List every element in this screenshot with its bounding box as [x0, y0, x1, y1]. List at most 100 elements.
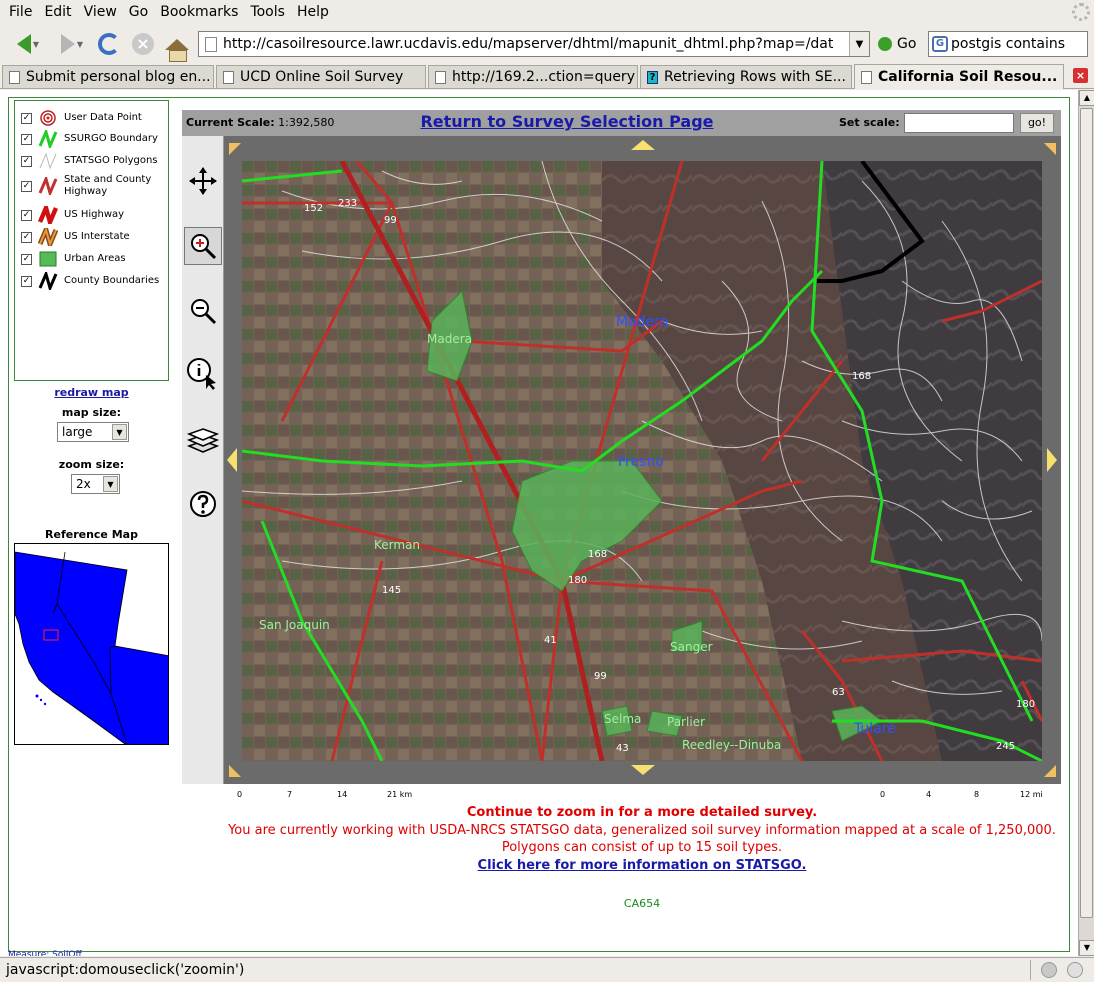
checkbox[interactable]: ✓ — [21, 112, 32, 124]
soil-map-graphic: Madera Madera Fresno Kerman San Joaquin … — [242, 161, 1042, 761]
tab-query[interactable]: http://169.2...ction=query — [428, 65, 638, 88]
black-line-icon — [38, 272, 58, 290]
zoom-out-tool[interactable] — [184, 292, 222, 330]
set-scale-input[interactable] — [904, 113, 1014, 133]
legend-item-us-highway: ✓ US Highway — [21, 206, 166, 224]
tab-retrieving-rows[interactable]: ? Retrieving Rows with SE... — [640, 65, 852, 88]
home-icon — [165, 38, 189, 62]
zoom-size-select[interactable]: 2x ▼ — [71, 474, 120, 494]
menu-view[interactable]: View — [79, 2, 122, 22]
pan-northwest-arrow-icon[interactable] — [229, 143, 241, 155]
tab-california-soil[interactable]: California Soil Resou... — [854, 64, 1064, 89]
scalebar-km: 0 7 14 21 km — [237, 790, 417, 804]
vertical-scrollbar[interactable]: ▲ ▼ — [1078, 90, 1094, 956]
scrollbar-thumb[interactable] — [1080, 108, 1093, 918]
page-icon — [9, 70, 20, 84]
menu-edit[interactable]: Edit — [39, 2, 76, 22]
route-shield: 168 — [588, 549, 607, 560]
checkbox[interactable]: ✓ — [21, 253, 32, 265]
info-tool[interactable] — [184, 355, 222, 393]
go-icon — [878, 37, 892, 51]
menu-go[interactable]: Go — [124, 2, 153, 22]
help-tool[interactable] — [184, 485, 222, 523]
map-label-kerman: Kerman — [374, 538, 420, 552]
return-to-survey-link[interactable]: Return to Survey Selection Page — [182, 112, 952, 131]
pan-icon — [189, 167, 217, 195]
menubar: File Edit View Go Bookmarks Tools Help — [0, 0, 1094, 24]
menu-file[interactable]: File — [4, 2, 37, 22]
route-shield: 180 — [1016, 699, 1035, 710]
home-button[interactable] — [164, 30, 190, 62]
legend-item-statsgo-polygons: ✓ STATSGO Polygons — [21, 152, 166, 170]
map-size-select[interactable]: large ▼ — [57, 422, 129, 442]
set-scale-go-button[interactable]: go! — [1020, 113, 1054, 133]
zoom-in-tool[interactable] — [184, 227, 222, 265]
legend-item-state-county-highway: ✓ State and County Highway — [21, 174, 166, 198]
reload-button[interactable] — [96, 30, 122, 58]
route-shield: 180 — [568, 575, 587, 586]
pan-east-arrow-icon[interactable] — [1047, 448, 1057, 472]
legend-label: User Data Point — [64, 112, 142, 123]
scroll-down-icon[interactable]: ▼ — [1079, 940, 1094, 956]
map-unit-code: CA654 — [623, 897, 661, 910]
reference-map-title: Reference Map — [45, 528, 138, 541]
scalebar-tick: 14 — [337, 790, 348, 799]
close-tab-icon[interactable]: × — [1073, 68, 1088, 83]
scalebar-tick: 0 — [237, 790, 243, 799]
checkbox[interactable]: ✓ — [21, 231, 32, 243]
menu-help[interactable]: Help — [292, 2, 334, 22]
map-label-parlier: Parlier — [667, 715, 705, 729]
scalebar-tick: 7 — [287, 790, 293, 799]
throbber-icon — [1072, 3, 1090, 21]
back-arrow-icon — [16, 34, 31, 54]
stop-button[interactable]: × — [130, 30, 156, 58]
url-bar[interactable]: http://casoilresource.lawr.ucdavis.edu/m… — [198, 31, 870, 57]
pan-tool[interactable] — [184, 162, 222, 200]
legend-label: County Boundaries — [64, 275, 160, 286]
back-button[interactable]: ▼ — [8, 30, 48, 58]
menu-tools[interactable]: Tools — [245, 2, 290, 22]
map-label-fresno: Fresno — [618, 454, 664, 470]
legend-label: US Highway — [64, 209, 125, 220]
set-scale-label: Set scale: — [839, 116, 900, 129]
scroll-up-icon[interactable]: ▲ — [1079, 90, 1094, 106]
route-shield: 145 — [382, 585, 401, 596]
tab-label: UCD Online Soil Survey — [240, 69, 404, 85]
dropdown-arrow-icon: ▼ — [32, 39, 40, 49]
url-history-dropdown[interactable]: ▼ — [849, 32, 869, 56]
url-text: http://casoilresource.lawr.ucdavis.edu/m… — [223, 36, 834, 52]
white-line-icon — [39, 152, 57, 170]
zoom-size-label: zoom size: — [58, 458, 125, 471]
zoom-size-value: 2x — [76, 477, 91, 491]
connection-status-icon — [1041, 962, 1057, 978]
status-icons — [1030, 960, 1090, 980]
redraw-map-link[interactable]: redraw map — [14, 386, 169, 399]
pan-north-arrow-icon[interactable] — [631, 140, 655, 150]
forward-button[interactable]: ▼ — [52, 30, 92, 58]
statsgo-info-link[interactable]: Click here for more information on STATS… — [182, 858, 1094, 873]
checkbox[interactable]: ✓ — [21, 209, 32, 221]
search-input[interactable]: G postgis contains — [928, 31, 1088, 57]
pan-southwest-arrow-icon[interactable] — [229, 765, 241, 777]
menu-bookmarks[interactable]: Bookmarks — [155, 2, 243, 22]
checkbox[interactable]: ✓ — [21, 133, 32, 145]
map-tool-column — [182, 136, 224, 784]
pan-southeast-arrow-icon[interactable] — [1044, 765, 1056, 777]
red-line-icon — [38, 177, 58, 195]
pan-south-arrow-icon[interactable] — [631, 765, 655, 775]
route-shield: 41 — [544, 635, 557, 646]
checkbox[interactable]: ✓ — [21, 180, 32, 192]
reference-map[interactable] — [14, 543, 169, 745]
tab-blog[interactable]: Submit personal blog en... — [2, 65, 214, 88]
tab-ucd-survey[interactable]: UCD Online Soil Survey — [216, 65, 426, 88]
checkbox[interactable]: ✓ — [21, 155, 32, 167]
layers-icon — [187, 428, 219, 453]
checkbox[interactable]: ✓ — [21, 275, 32, 287]
layers-tool[interactable] — [184, 421, 222, 459]
pan-northeast-arrow-icon[interactable] — [1044, 143, 1056, 155]
route-shield: 245 — [996, 741, 1015, 752]
status-text: javascript:domouseclick('zoomin') — [6, 962, 245, 978]
go-button[interactable]: Go — [878, 33, 916, 55]
pan-west-arrow-icon[interactable] — [227, 448, 237, 472]
map-image[interactable]: Madera Madera Fresno Kerman San Joaquin … — [242, 161, 1042, 761]
